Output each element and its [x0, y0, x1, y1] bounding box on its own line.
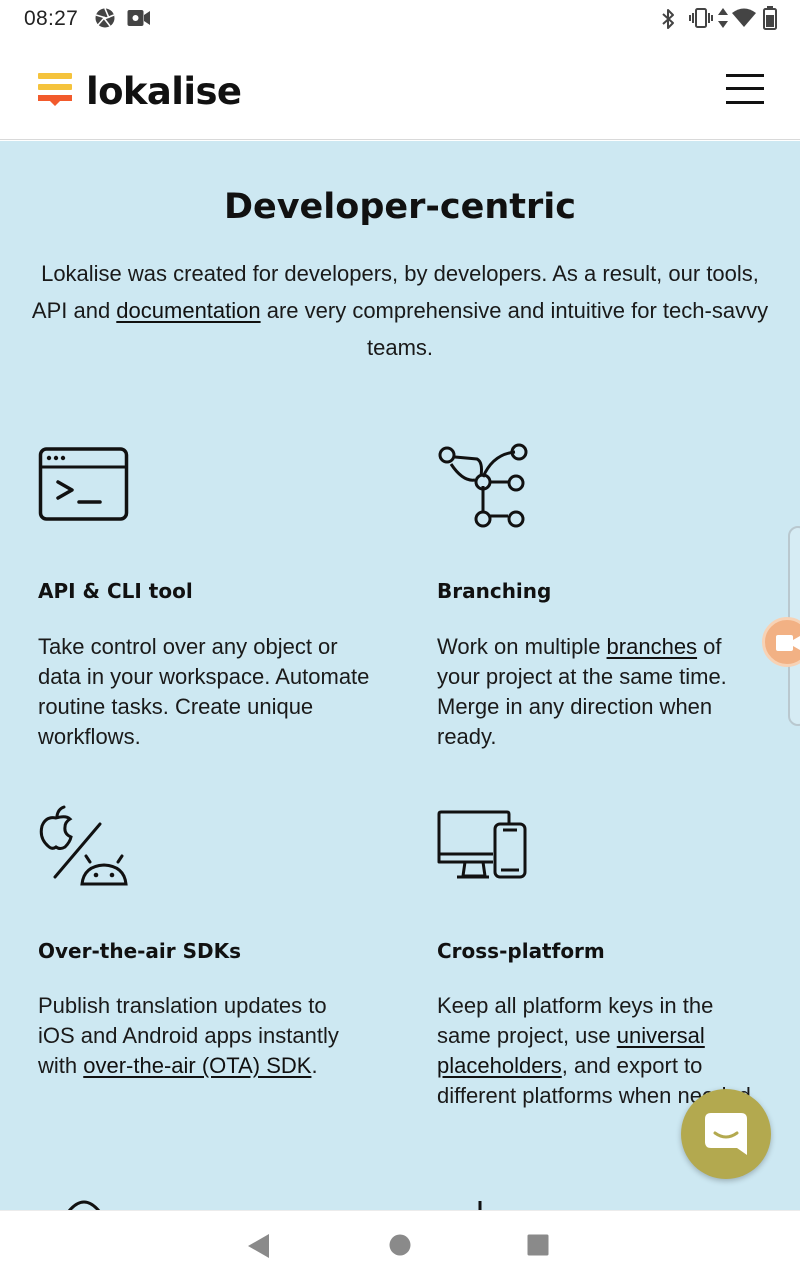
bluetooth-icon [662, 9, 674, 29]
wifi-icon [732, 8, 756, 27]
feature-title: Branching [437, 579, 552, 603]
feature-title: Over-the-air SDKs [38, 939, 242, 963]
feature-title: Cross-platform [437, 939, 605, 963]
video-camera-icon [776, 635, 800, 651]
section-description: Lokalise was created for developers, by … [30, 255, 770, 366]
logo-text: lokalise [86, 70, 242, 113]
partial-next-icon [67, 1200, 101, 1210]
aperture-icon [95, 8, 115, 28]
apple-android-icon [39, 805, 128, 886]
data-arrows-icon [718, 8, 728, 28]
ota-sdk-link[interactable]: over-the-air (OTA) SDK [83, 1053, 311, 1078]
desc-text-after: . [311, 1053, 318, 1078]
recents-square-icon[interactable] [527, 1234, 549, 1256]
developer-centric-section: Developer-centric Lokalise was created f… [0, 141, 800, 1210]
section-title: Developer-centric [223, 187, 577, 227]
status-time: 08:27 [24, 7, 79, 30]
feature-title: API & CLI tool [38, 579, 193, 603]
battery-icon [763, 6, 777, 30]
back-triangle-icon[interactable] [247, 1233, 271, 1259]
feature-description: Take control over any object or data in … [38, 634, 370, 749]
desc-text-before: Work on multiple [437, 634, 607, 659]
terminal-window-icon [38, 447, 129, 521]
android-nav-bar [0, 1210, 800, 1280]
partial-next-icon-2 [478, 1201, 482, 1210]
lokalise-logo-icon [38, 73, 72, 106]
hamburger-menu-icon[interactable] [726, 74, 764, 104]
branches-link[interactable]: branches [607, 634, 698, 659]
chat-bubble-icon [705, 1113, 747, 1155]
screen-recorder-bubble[interactable] [762, 617, 800, 667]
desc-text-after: are very comprehensive and intuitive for… [260, 298, 769, 360]
status-bar: 08:27 [0, 0, 800, 38]
video-camera-icon [127, 10, 150, 26]
documentation-link[interactable]: documentation [116, 298, 260, 323]
feature-description: Work on multiple branches of your projec… [437, 632, 767, 752]
git-branch-icon [438, 443, 528, 528]
lokalise-logo[interactable]: lokalise [38, 70, 242, 113]
chat-button[interactable] [681, 1089, 771, 1179]
home-circle-icon[interactable] [389, 1234, 411, 1256]
feature-description: Publish translation updates to iOS and A… [38, 991, 368, 1081]
site-header: lokalise [0, 38, 800, 140]
desktop-phone-icon [437, 810, 527, 879]
vibrate-icon [689, 8, 713, 28]
